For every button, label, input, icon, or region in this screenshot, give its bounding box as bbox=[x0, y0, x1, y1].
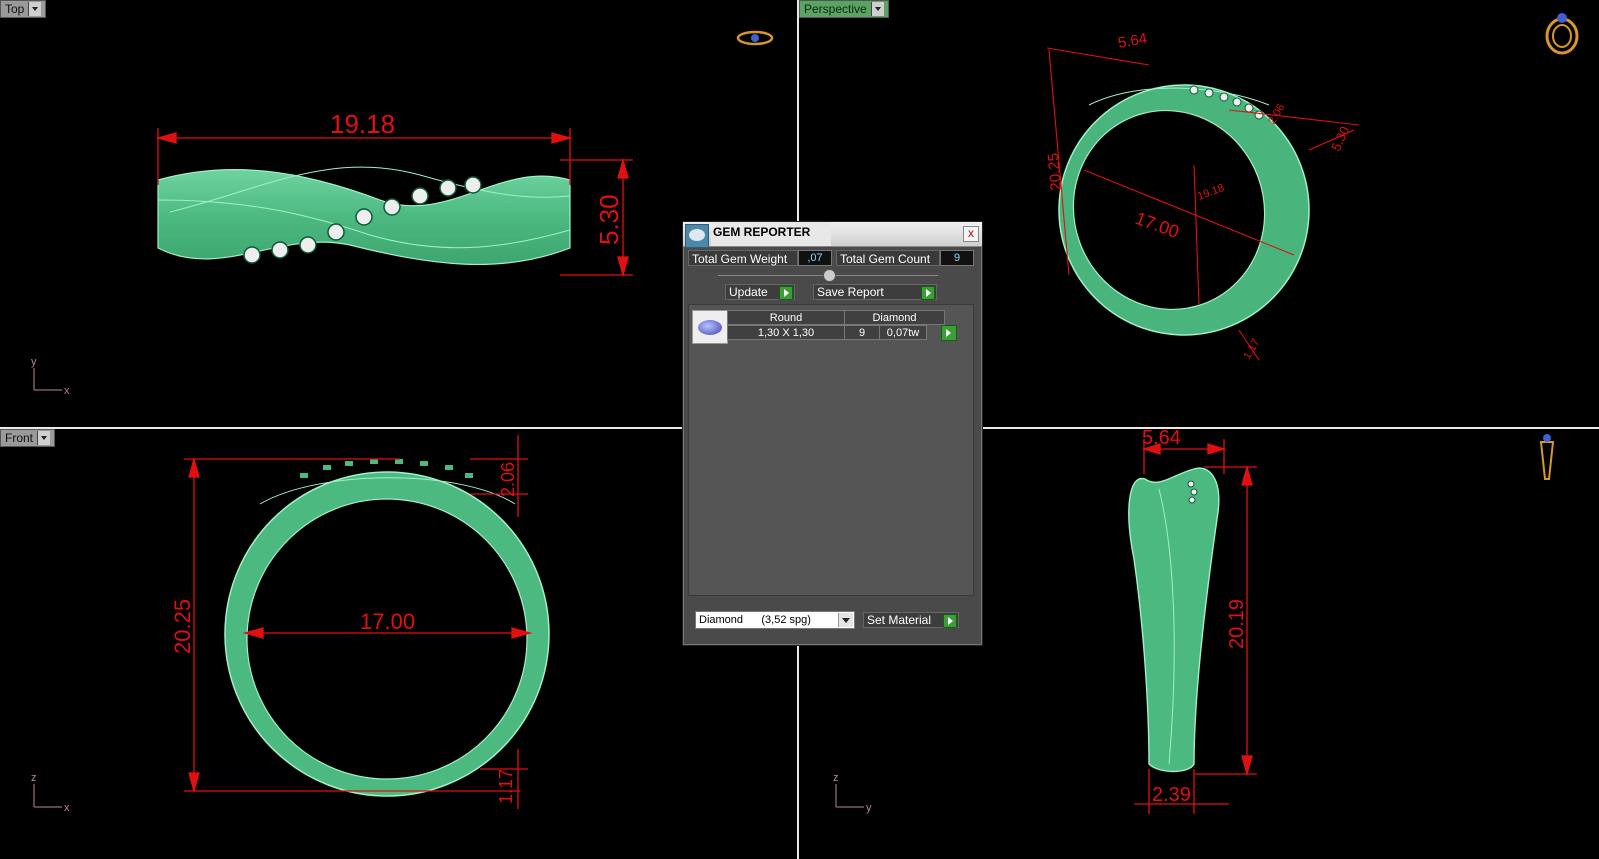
viewport-top[interactable]: 19.18 5.30 y x Top bbox=[0, 0, 797, 427]
dim-front-top: 2.06 bbox=[498, 462, 518, 497]
dim-right-bottom: 2.39 bbox=[1152, 784, 1191, 806]
gem-row-select-button[interactable] bbox=[941, 325, 957, 341]
ring-perspective-icon bbox=[1545, 13, 1579, 55]
set-material-button-label: Set Material bbox=[867, 613, 932, 627]
dim-right-height: 20.19 bbox=[1226, 599, 1248, 649]
dim-front-outer: 20.25 bbox=[170, 599, 195, 654]
gem-list-header-material: Diamond bbox=[844, 310, 945, 325]
chevron-down-icon[interactable] bbox=[838, 613, 853, 627]
viewport-label-perspective[interactable]: Perspective bbox=[799, 0, 889, 18]
total-gem-weight-label: Total Gem Weight bbox=[688, 250, 798, 266]
dim-right-width: 5.64 bbox=[1142, 429, 1181, 449]
viewport-front[interactable]: 17.00 20.25 2.06 1.17 z x Front bbox=[0, 429, 797, 859]
total-gem-weight-value: ,07 bbox=[798, 250, 832, 266]
axis-gizmo-right bbox=[835, 784, 864, 808]
gem-row-count: 9 bbox=[844, 325, 880, 340]
axis-label-y: y bbox=[31, 356, 37, 368]
front-view-scene: 17.00 20.25 2.06 1.17 z x bbox=[31, 435, 550, 814]
dim-height-top: 5.30 bbox=[594, 194, 624, 245]
dialog-title: GEM REPORTER bbox=[713, 225, 811, 239]
dim-persp-g: 2.06 bbox=[1266, 102, 1287, 127]
gem-list-header-cut: Round bbox=[727, 310, 845, 325]
axis-gizmo-front bbox=[33, 784, 62, 808]
material-select[interactable]: Diamond (3,52 spg) bbox=[695, 611, 855, 629]
viewport-label-front[interactable]: Front bbox=[0, 429, 56, 447]
material-select-value: Diamond (3,52 spg) bbox=[699, 614, 811, 626]
gem-reporter-dialog: GEM REPORTER x Total Gem Weight ,07 Tota… bbox=[682, 221, 983, 646]
round-diamond-gem-icon bbox=[692, 310, 728, 344]
viewport-label-top[interactable]: Top bbox=[0, 0, 47, 18]
axis-label-x: x bbox=[64, 385, 70, 397]
axis-label-z: z bbox=[833, 772, 839, 784]
gem-list: Round Diamond 1,30 X 1,30 9 0,07tw bbox=[688, 304, 974, 596]
axis-label-y: y bbox=[866, 802, 872, 814]
play-arrow-icon bbox=[921, 286, 935, 300]
dim-persp-b: 20.25 bbox=[1045, 152, 1065, 191]
total-gem-count-value: 9 bbox=[940, 250, 974, 266]
play-arrow-icon bbox=[943, 614, 957, 628]
viewport-label-text: Front bbox=[5, 431, 34, 445]
viewport-label-text: Perspective bbox=[804, 2, 867, 16]
axis-gizmo-top bbox=[33, 368, 62, 391]
dialog-titlebar[interactable]: GEM REPORTER x bbox=[683, 222, 982, 248]
collapse-toggle-icon[interactable] bbox=[823, 269, 836, 282]
top-view-scene: 19.18 5.30 y x bbox=[31, 30, 774, 397]
gem-reporter-logo-icon bbox=[685, 224, 709, 248]
chevron-down-icon[interactable] bbox=[870, 2, 884, 16]
save-report-button-label: Save Report bbox=[817, 285, 884, 299]
dim-front-bottom: 1.17 bbox=[496, 769, 516, 804]
gem-row-weight: 0,07tw bbox=[879, 325, 927, 340]
play-arrow-icon bbox=[779, 286, 793, 300]
update-button-label: Update bbox=[729, 285, 768, 299]
dim-persp-f: 1.17 bbox=[1241, 337, 1262, 362]
axis-label-z: z bbox=[31, 772, 37, 784]
close-button[interactable]: x bbox=[963, 226, 979, 242]
dim-persp-d: 5.30 bbox=[1328, 124, 1352, 153]
total-gem-count-label: Total Gem Count bbox=[836, 250, 940, 266]
dim-front-inner: 17.00 bbox=[360, 609, 415, 634]
save-report-button[interactable]: Save Report bbox=[813, 284, 937, 300]
axis-label-x: x bbox=[64, 802, 70, 814]
gem-row-size: 1,30 X 1,30 bbox=[727, 325, 845, 340]
ring-side-icon bbox=[1539, 434, 1555, 480]
dim-persp-a: 5.64 bbox=[1117, 30, 1149, 52]
dim-width-top: 19.18 bbox=[330, 109, 395, 139]
ring-thumbnail-icon bbox=[736, 30, 774, 46]
viewport-label-text: Top bbox=[5, 2, 25, 16]
set-material-button[interactable]: Set Material bbox=[863, 612, 959, 628]
chevron-down-icon[interactable] bbox=[28, 2, 42, 16]
update-button[interactable]: Update bbox=[725, 284, 795, 300]
chevron-down-icon[interactable] bbox=[37, 431, 51, 445]
